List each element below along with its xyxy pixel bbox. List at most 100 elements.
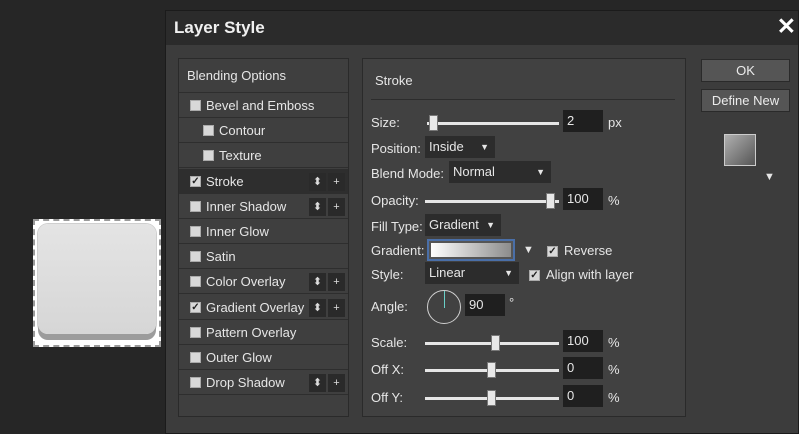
fill-type-label: Fill Type: [371,219,423,234]
style-checkbox[interactable] [203,150,214,162]
style-checkbox[interactable] [190,377,201,389]
offx-unit: % [608,362,620,377]
style-checkbox[interactable] [190,326,201,338]
size-slider-thumb[interactable] [429,115,438,131]
style-item[interactable]: Color Overlay ⬍ + [179,269,348,295]
style-item[interactable]: ✓ Stroke ⬍ + [179,168,348,194]
scale-label: Scale: [371,335,408,350]
scale-field[interactable]: 100 [563,330,603,352]
style-checkbox[interactable] [190,276,201,288]
preview-shape [38,224,156,334]
style-item[interactable]: Pattern Overlay [179,320,348,345]
size-field[interactable]: 2 [563,110,603,132]
blend-mode-dropdown[interactable]: Normal ▼ [449,161,551,183]
close-icon[interactable]: ✕ [777,14,796,38]
opacity-slider-thumb[interactable] [546,193,555,209]
align-label: Align with layer [546,267,634,282]
offx-slider-thumb[interactable] [487,362,496,378]
style-checkbox[interactable] [203,125,214,137]
style-item[interactable]: Contour [179,118,348,144]
add-icon[interactable]: + [328,374,345,393]
add-icon[interactable]: + [328,298,345,317]
layer-preview [33,219,161,347]
reorder-icon[interactable]: ⬍ [309,273,326,292]
style-item-label: Gradient Overlay [206,299,305,315]
reverse-label: Reverse [564,243,613,258]
define-new-button[interactable]: Define New [701,89,790,112]
size-slider-track[interactable] [427,122,559,125]
offy-field[interactable]: 0 [563,385,603,407]
dialog-titlebar: Layer Style ✕ [166,11,798,45]
opacity-slider-track[interactable] [425,200,559,203]
style-item-label: Stroke [206,173,244,189]
opacity-field[interactable]: 100 [563,188,603,210]
offy-slider-thumb[interactable] [487,390,496,406]
canvas-area [0,0,165,434]
style-item-label: Inner Shadow [206,198,287,214]
style-item[interactable]: Inner Shadow ⬍ + [179,194,348,219]
style-item[interactable]: Outer Glow [179,345,348,370]
opacity-unit: % [608,193,620,208]
style-value: Linear [429,265,466,280]
opacity-label: Opacity: [371,193,419,208]
style-item[interactable]: Drop Shadow ⬍ + [179,370,348,396]
scale-slider-thumb[interactable] [491,335,500,351]
offy-unit: % [608,390,620,405]
reorder-icon[interactable]: ⬍ [309,197,326,216]
gradient-label: Gradient: [371,243,425,258]
add-icon[interactable]: + [328,273,345,292]
angle-field[interactable]: 90 [465,294,505,316]
fill-type-dropdown[interactable]: Gradient ▼ [425,214,501,236]
style-swatch-preview[interactable] [724,134,756,166]
style-checkbox[interactable] [190,100,201,111]
add-icon[interactable]: + [328,172,345,191]
ok-button[interactable]: OK [701,59,790,82]
blend-mode-label: Blend Mode: [371,166,444,181]
style-item[interactable]: Inner Glow [179,219,348,244]
swatch-dropdown-icon[interactable]: ▼ [764,171,775,183]
style-item-label: Contour [219,123,266,139]
offx-field[interactable]: 0 [563,357,603,379]
gradient-picker[interactable] [427,239,515,261]
style-item-label: Color Overlay [206,274,286,290]
style-checkbox[interactable] [190,251,201,263]
blend-mode-value: Normal [453,164,495,179]
blending-options-label: Blending Options [187,68,287,83]
offy-label: Off Y: [371,390,404,405]
style-checkbox[interactable] [190,352,201,363]
align-checkbox[interactable]: ✓ [529,270,540,281]
fill-type-value: Gradient [429,217,479,232]
reorder-icon[interactable]: ⬍ [309,374,326,393]
style-item-label: Outer Glow [206,350,272,365]
angle-dial[interactable] [427,290,461,324]
style-checkbox[interactable]: ✓ [190,175,201,187]
style-dropdown[interactable]: Linear ▼ [425,262,519,284]
style-item[interactable]: Bevel and Emboss [179,93,348,118]
angle-needle [444,291,445,308]
position-dropdown[interactable]: Inside ▼ [425,136,495,158]
stroke-settings-panel: Stroke Size: 2 px Position: Inside ▼ Ble… [362,58,686,417]
chevron-down-icon: ▼ [480,142,489,152]
scale-unit: % [608,335,620,350]
style-checkbox[interactable]: ✓ [190,301,201,313]
blending-options-item[interactable]: Blending Options [179,59,348,93]
position-value: Inside [429,139,464,154]
gradient-preview [431,243,511,257]
add-icon[interactable]: + [328,197,345,216]
style-item[interactable]: Texture [179,143,348,169]
size-label: Size: [371,115,400,130]
style-label: Style: [371,267,404,282]
style-item[interactable]: Satin [179,244,348,270]
size-unit: px [608,115,622,130]
style-item-label: Drop Shadow [206,375,285,391]
position-label: Position: [371,141,421,156]
style-checkbox[interactable] [190,200,201,212]
style-item-label: Inner Glow [206,224,269,239]
style-checkbox[interactable] [190,226,201,237]
style-item-label: Texture [219,148,262,164]
reorder-icon[interactable]: ⬍ [309,298,326,317]
style-item[interactable]: ✓ Gradient Overlay ⬍ + [179,295,348,320]
reorder-icon[interactable]: ⬍ [309,172,326,191]
gradient-dropdown-icon[interactable]: ▼ [523,244,534,256]
reverse-checkbox[interactable]: ✓ [547,246,558,257]
